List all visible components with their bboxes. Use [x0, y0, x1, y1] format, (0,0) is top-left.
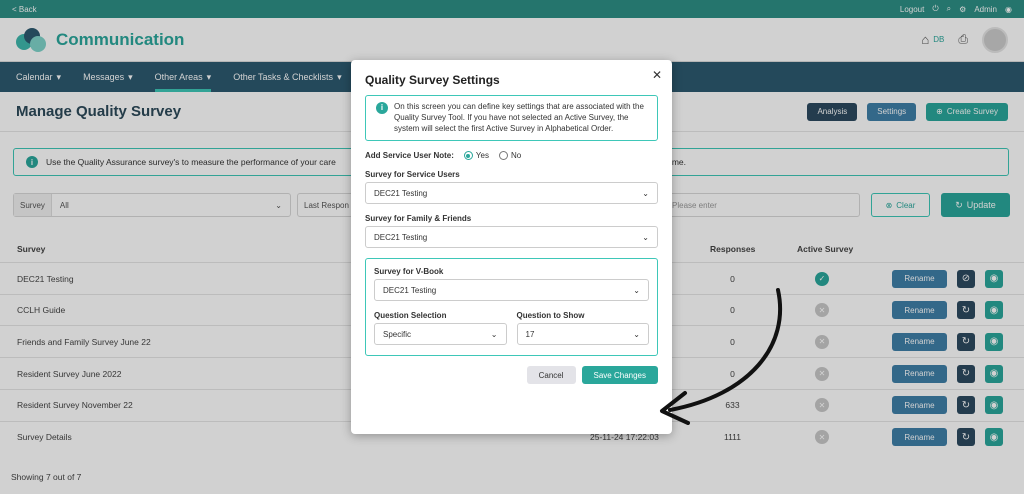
- vbook-label: Survey for V-Book: [374, 267, 444, 277]
- family-label: Survey for Family & Friends: [365, 214, 472, 224]
- annotation-arrow-icon: [660, 288, 783, 425]
- question-selection-value: Specific: [383, 329, 412, 339]
- chevron-down-icon: ⌄: [633, 329, 640, 339]
- chevron-down-icon: ⌄: [490, 329, 498, 339]
- service-users-value: DEC21 Testing: [374, 188, 428, 198]
- modal-actions: Cancel Save Changes: [365, 366, 658, 385]
- question-show-group: Question to Show 17 ⌄: [516, 311, 649, 355]
- chevron-down-icon: ⌄: [633, 285, 640, 295]
- service-users-select[interactable]: DEC21 Testing ⌄: [365, 182, 658, 205]
- modal-title: Quality Survey Settings: [365, 73, 500, 87]
- radio-selected-icon: [463, 151, 473, 161]
- service-users-label: Survey for Service Users: [365, 170, 460, 180]
- vbook-value: DEC21 Testing: [383, 285, 437, 295]
- radio-no[interactable]: No: [498, 151, 522, 161]
- modal-info-box: i On this screen you can define key sett…: [365, 95, 658, 142]
- vbook-select[interactable]: DEC21 Testing ⌄: [374, 279, 649, 302]
- modal-info-text: On this screen you can define key settin…: [394, 102, 644, 133]
- radio-no-label: No: [510, 151, 522, 161]
- vbook-section: Survey for V-Book DEC21 Testing ⌄ Questio…: [365, 258, 658, 357]
- question-show-value: 17: [525, 329, 535, 339]
- question-selection-group: Question Selection Specific ⌄: [374, 311, 507, 355]
- question-selection-label: Question Selection: [374, 311, 447, 321]
- question-row: Question Selection Specific ⌄ Question to…: [374, 311, 649, 355]
- radio-yes-label: Yes: [475, 151, 489, 161]
- cancel-button[interactable]: Cancel: [526, 366, 576, 385]
- close-icon[interactable]: ✕: [652, 68, 662, 82]
- question-show-label: Question to Show: [516, 311, 585, 321]
- question-selection-select[interactable]: Specific ⌄: [374, 323, 507, 346]
- info-icon: i: [376, 102, 388, 114]
- chevron-down-icon: ⌄: [642, 232, 649, 242]
- add-note-label: Add Service User Note:: [365, 151, 454, 161]
- question-show-select[interactable]: 17 ⌄: [516, 323, 649, 346]
- chevron-down-icon: ⌄: [642, 188, 649, 198]
- radio-yes[interactable]: Yes: [463, 151, 489, 161]
- radio-unselected-icon: [498, 151, 508, 161]
- family-select[interactable]: DEC21 Testing ⌄: [365, 226, 658, 249]
- family-value: DEC21 Testing: [374, 232, 428, 242]
- service-user-note-row: Add Service User Note: Yes No: [365, 151, 658, 161]
- quality-survey-settings-modal: Quality Survey Settings ✕ i On this scre…: [351, 60, 672, 434]
